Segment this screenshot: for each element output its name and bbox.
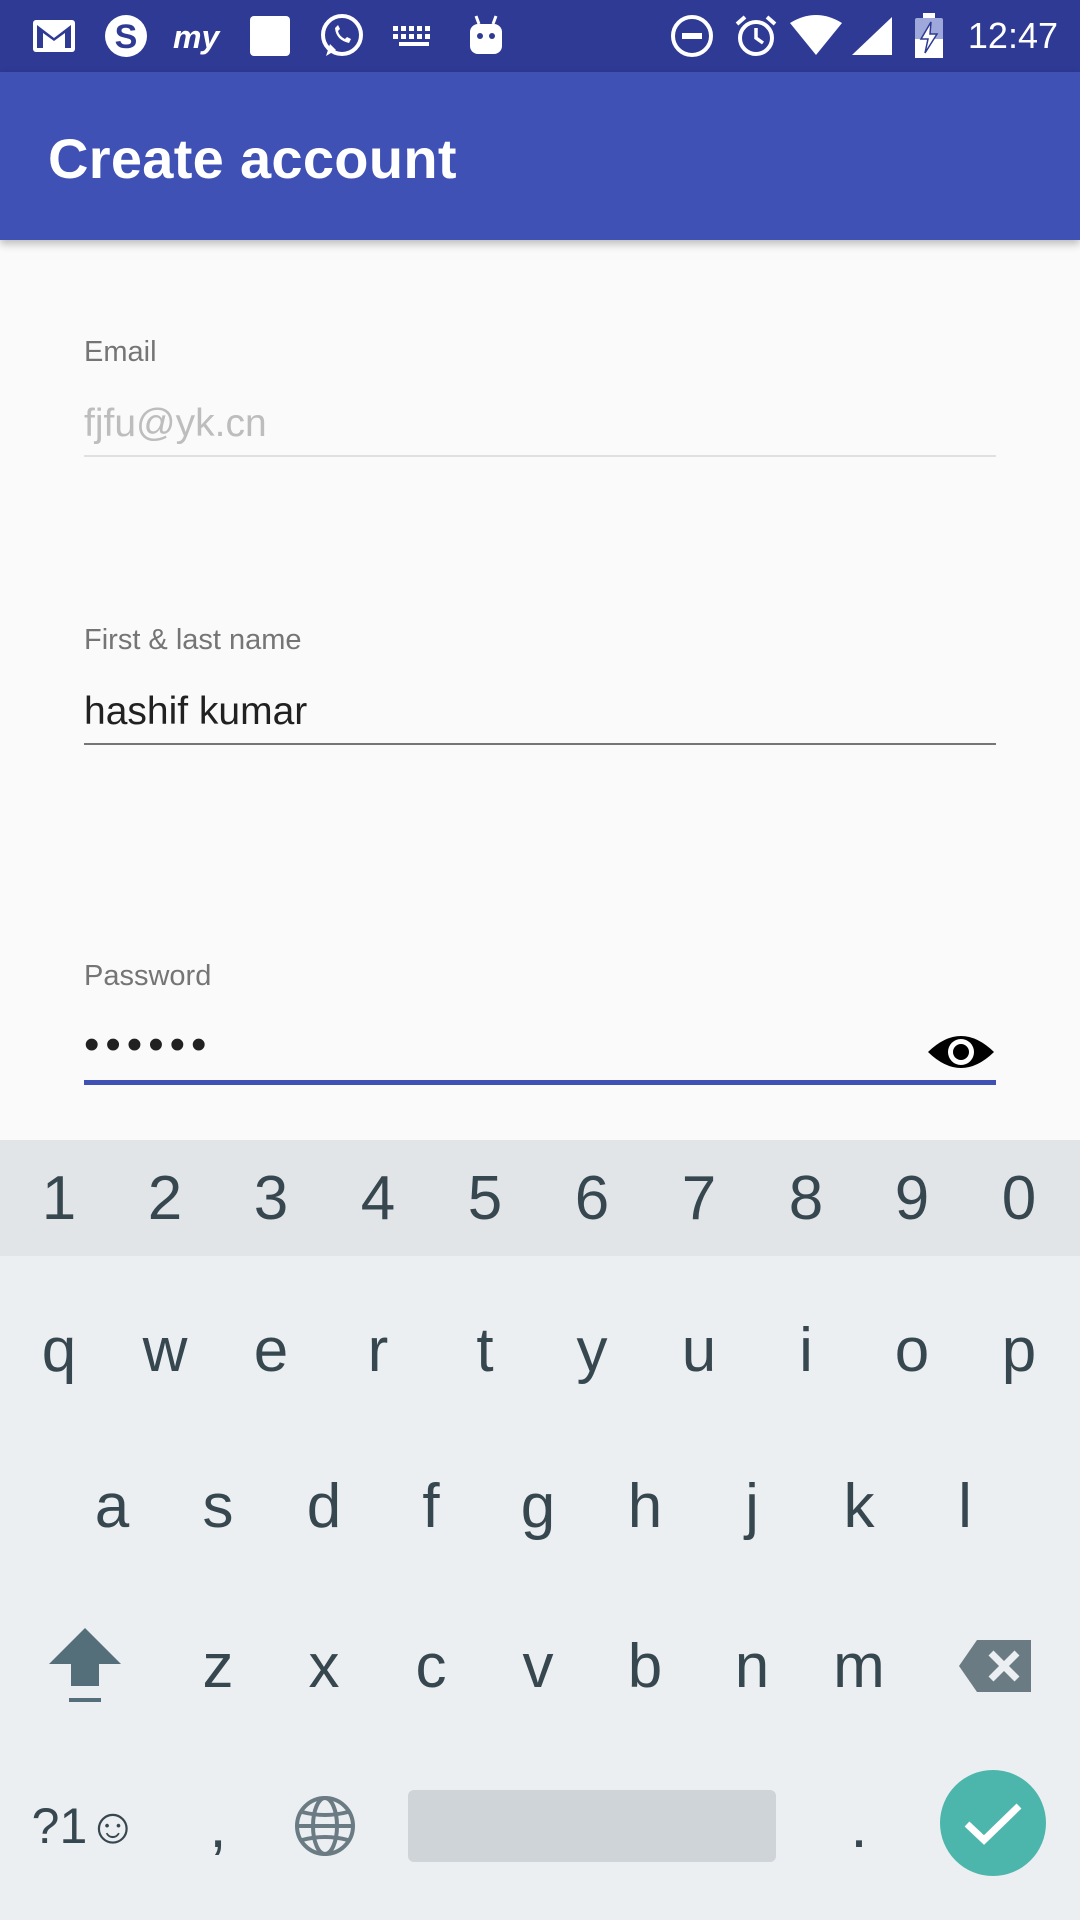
status-bar: S my 12:47 bbox=[0, 0, 1080, 72]
key-u[interactable]: u bbox=[656, 1290, 742, 1410]
square-app-icon bbox=[246, 14, 294, 58]
key-1[interactable]: 1 bbox=[16, 1140, 102, 1256]
page-title: Create account bbox=[48, 127, 457, 190]
key-s[interactable]: s bbox=[175, 1446, 261, 1566]
key-r[interactable]: r bbox=[335, 1290, 421, 1410]
space-bar[interactable] bbox=[408, 1790, 776, 1862]
key-t[interactable]: t bbox=[442, 1290, 528, 1410]
comma-key[interactable]: , bbox=[175, 1766, 261, 1886]
name-underline bbox=[84, 743, 996, 745]
key-y[interactable]: y bbox=[549, 1290, 635, 1410]
battery-icon bbox=[912, 13, 946, 58]
do-not-disturb-icon bbox=[668, 14, 716, 58]
key-k[interactable]: k bbox=[816, 1446, 902, 1566]
email-input[interactable]: fjfu@yk.cn bbox=[84, 402, 267, 446]
backspace-key[interactable] bbox=[950, 1606, 1040, 1726]
key-3[interactable]: 3 bbox=[228, 1140, 314, 1256]
key-a[interactable]: a bbox=[69, 1446, 155, 1566]
app-bar: Create account bbox=[0, 72, 1080, 240]
gmail-icon bbox=[30, 14, 78, 58]
key-g[interactable]: g bbox=[495, 1446, 581, 1566]
key-e[interactable]: e bbox=[228, 1290, 314, 1410]
whatsapp-icon bbox=[316, 14, 368, 58]
key-6[interactable]: 6 bbox=[549, 1140, 635, 1256]
backspace-icon bbox=[959, 1640, 1031, 1692]
visibility-toggle-icon[interactable] bbox=[926, 1026, 996, 1078]
key-n[interactable]: n bbox=[709, 1606, 795, 1726]
key-p[interactable]: p bbox=[976, 1290, 1062, 1410]
key-b[interactable]: b bbox=[602, 1606, 688, 1726]
key-q[interactable]: q bbox=[16, 1290, 102, 1410]
shift-icon bbox=[49, 1628, 121, 1702]
email-field[interactable]: Email fjfu@yk.cn bbox=[84, 336, 996, 460]
skype-icon: S bbox=[100, 14, 152, 58]
key-x[interactable]: x bbox=[281, 1606, 367, 1726]
android-icon bbox=[462, 14, 510, 58]
key-l[interactable]: l bbox=[922, 1446, 1008, 1566]
key-9[interactable]: 9 bbox=[869, 1140, 955, 1256]
name-field[interactable]: First & last name hashif kumar bbox=[84, 624, 996, 748]
shift-key[interactable] bbox=[40, 1606, 130, 1726]
checkmark-icon bbox=[964, 1803, 1022, 1845]
key-c[interactable]: c bbox=[388, 1606, 474, 1726]
key-m[interactable]: m bbox=[816, 1606, 902, 1726]
period-key[interactable]: . bbox=[816, 1766, 902, 1886]
signal-icon bbox=[848, 14, 896, 58]
key-v[interactable]: v bbox=[495, 1606, 581, 1726]
key-f[interactable]: f bbox=[388, 1446, 474, 1566]
name-input[interactable]: hashif kumar bbox=[84, 690, 307, 734]
password-underline bbox=[84, 1080, 996, 1085]
symbols-key[interactable]: ?1☺ bbox=[20, 1766, 150, 1886]
key-2[interactable]: 2 bbox=[122, 1140, 208, 1256]
key-w[interactable]: w bbox=[122, 1290, 208, 1410]
clock: 12:47 bbox=[967, 15, 1058, 56]
key-4[interactable]: 4 bbox=[335, 1140, 421, 1256]
key-j[interactable]: j bbox=[709, 1446, 795, 1566]
language-key[interactable] bbox=[280, 1766, 370, 1886]
key-z[interactable]: z bbox=[175, 1606, 261, 1726]
key-8[interactable]: 8 bbox=[763, 1140, 849, 1256]
email-label: Email bbox=[84, 336, 157, 368]
alarm-icon bbox=[732, 14, 780, 58]
key-h[interactable]: h bbox=[602, 1446, 688, 1566]
number-row: 1 2 3 4 5 6 7 8 9 0 bbox=[0, 1140, 1080, 1256]
done-key[interactable] bbox=[940, 1770, 1046, 1876]
name-label: First & last name bbox=[84, 624, 302, 656]
password-input[interactable]: •••••• bbox=[84, 1020, 212, 1070]
key-7[interactable]: 7 bbox=[656, 1140, 742, 1256]
key-5[interactable]: 5 bbox=[442, 1140, 528, 1256]
svg-text:S: S bbox=[115, 18, 138, 56]
password-field[interactable]: Password •••••• bbox=[84, 960, 996, 1086]
key-d[interactable]: d bbox=[281, 1446, 367, 1566]
myntra-icon: my bbox=[170, 14, 226, 58]
key-o[interactable]: o bbox=[869, 1290, 955, 1410]
wifi-icon bbox=[788, 14, 844, 58]
password-label: Password bbox=[84, 960, 212, 992]
svg-text:my: my bbox=[173, 19, 221, 55]
key-i[interactable]: i bbox=[763, 1290, 849, 1410]
email-underline bbox=[84, 455, 996, 457]
keyboard-icon bbox=[390, 14, 438, 58]
globe-icon bbox=[295, 1796, 355, 1856]
key-0[interactable]: 0 bbox=[976, 1140, 1062, 1256]
